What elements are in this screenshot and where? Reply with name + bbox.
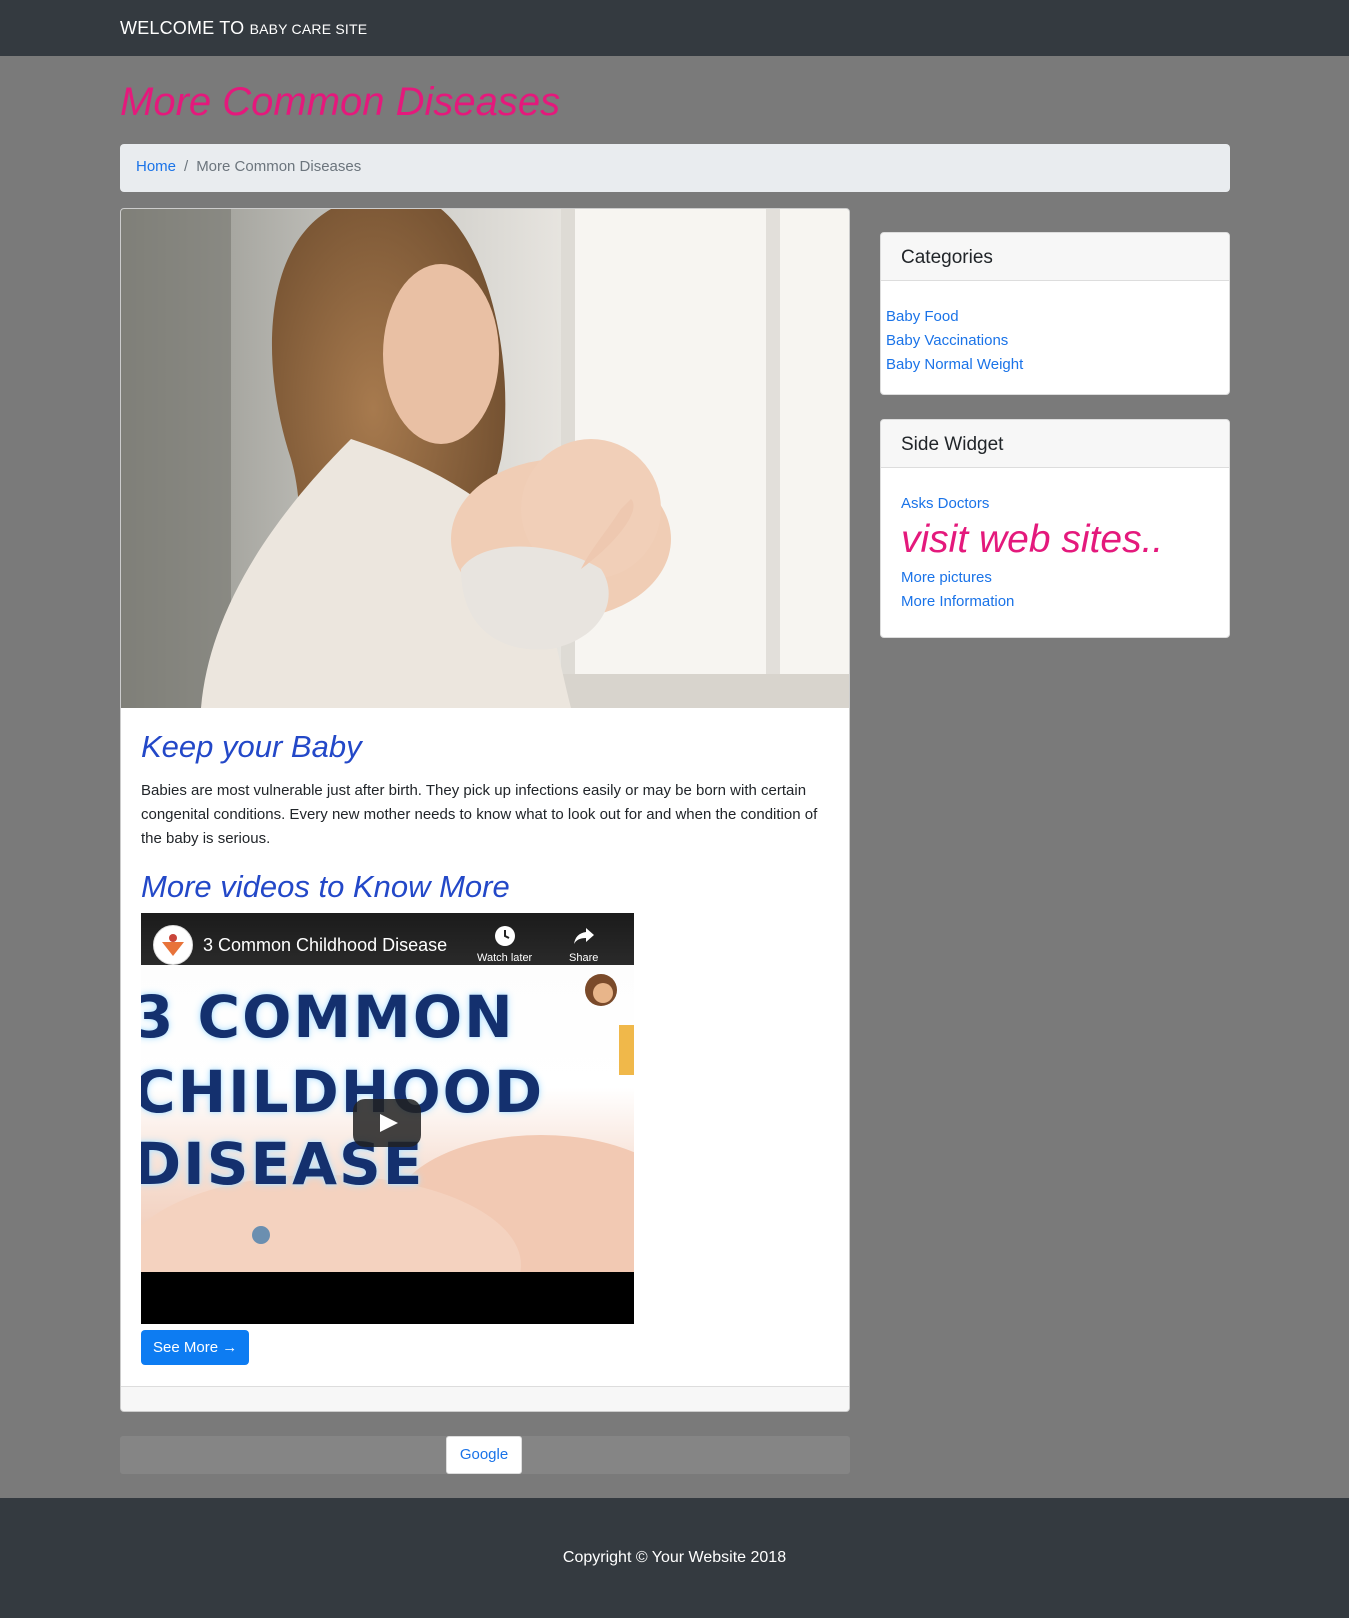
footer: Copyright © Your Website 2018 (0, 1498, 1349, 1618)
pager: Google (120, 1436, 850, 1474)
thumb-line-1: 3 COMMON (141, 983, 515, 1051)
post-card: Keep your Baby Babies are most vulnerabl… (120, 208, 850, 1412)
brand-small: BABY CARE SITE (249, 21, 368, 37)
asks-doctors-link[interactable]: Asks Doctors (901, 495, 989, 512)
more-pictures-link[interactable]: More pictures (901, 569, 992, 586)
categories-widget: Categories Baby Food Baby Vaccinations B… (880, 232, 1230, 395)
thumb-line-2: CHILDHOOD (141, 1058, 545, 1126)
brand-main: WELCOME TO (120, 18, 250, 38)
share-button[interactable]: Share (569, 925, 598, 964)
hero-image-mother-baby (121, 209, 849, 708)
side-widget: Side Widget Asks Doctors visit web sites… (880, 419, 1230, 638)
category-item: Baby Vaccinations (886, 329, 1229, 353)
more-information-link[interactable]: More Information (901, 593, 1014, 610)
category-link-baby-food[interactable]: Baby Food (886, 308, 959, 325)
video-topbar: 3 Common Childhood Disease Watch later S… (141, 913, 634, 965)
category-item: Baby Normal Weight (886, 353, 1229, 377)
channel-avatar-icon[interactable] (153, 925, 193, 965)
share-icon (573, 928, 594, 944)
video-player[interactable]: 3 Common Childhood Disease Watch later S… (141, 913, 634, 1324)
visit-web-sites-text: visit web sites.. (901, 518, 1164, 561)
video-title[interactable]: 3 Common Childhood Disease (203, 935, 447, 956)
play-button[interactable] (353, 1099, 421, 1147)
side-widget-title: Side Widget (881, 420, 1229, 468)
copyright-text: Copyright © Your Website 2018 (562, 1549, 787, 1566)
post-text: Babies are most vulnerable just after bi… (141, 782, 818, 847)
breadcrumb-separator: / (184, 158, 189, 175)
post-heading: Keep your Baby (141, 729, 362, 764)
category-link-baby-vaccinations[interactable]: Baby Vaccinations (886, 332, 1008, 349)
see-more-button[interactable]: See More → (141, 1330, 250, 1365)
google-link[interactable]: Google (446, 1436, 522, 1474)
category-item: Baby Food (886, 305, 1229, 329)
post-body: Keep your Baby Babies are most vulnerabl… (141, 729, 821, 1365)
videos-heading: More videos to Know More (141, 869, 510, 904)
categories-list: Baby Food Baby Vaccinations Baby Normal … (881, 281, 1229, 377)
share-label: Share (569, 952, 599, 964)
clock-icon (494, 926, 515, 946)
page-title: More Common Diseases (120, 80, 561, 124)
breadcrumb: Home / More Common Diseases (120, 144, 1230, 192)
watch-later-button[interactable]: Watch later (477, 925, 532, 964)
navbar: WELCOME TO BABY CARE SITE (0, 0, 1349, 56)
post-card-footer (121, 1386, 849, 1411)
category-link-baby-normal-weight[interactable]: Baby Normal Weight (886, 356, 1023, 373)
play-icon (380, 1114, 398, 1132)
breadcrumb-current: More Common Diseases (196, 158, 362, 175)
brand-link[interactable]: WELCOME TO BABY CARE SITE (120, 18, 367, 39)
categories-title: Categories (881, 233, 1229, 281)
breadcrumb-home-link[interactable]: Home (136, 158, 176, 175)
watch-later-label: Watch later (477, 952, 533, 964)
